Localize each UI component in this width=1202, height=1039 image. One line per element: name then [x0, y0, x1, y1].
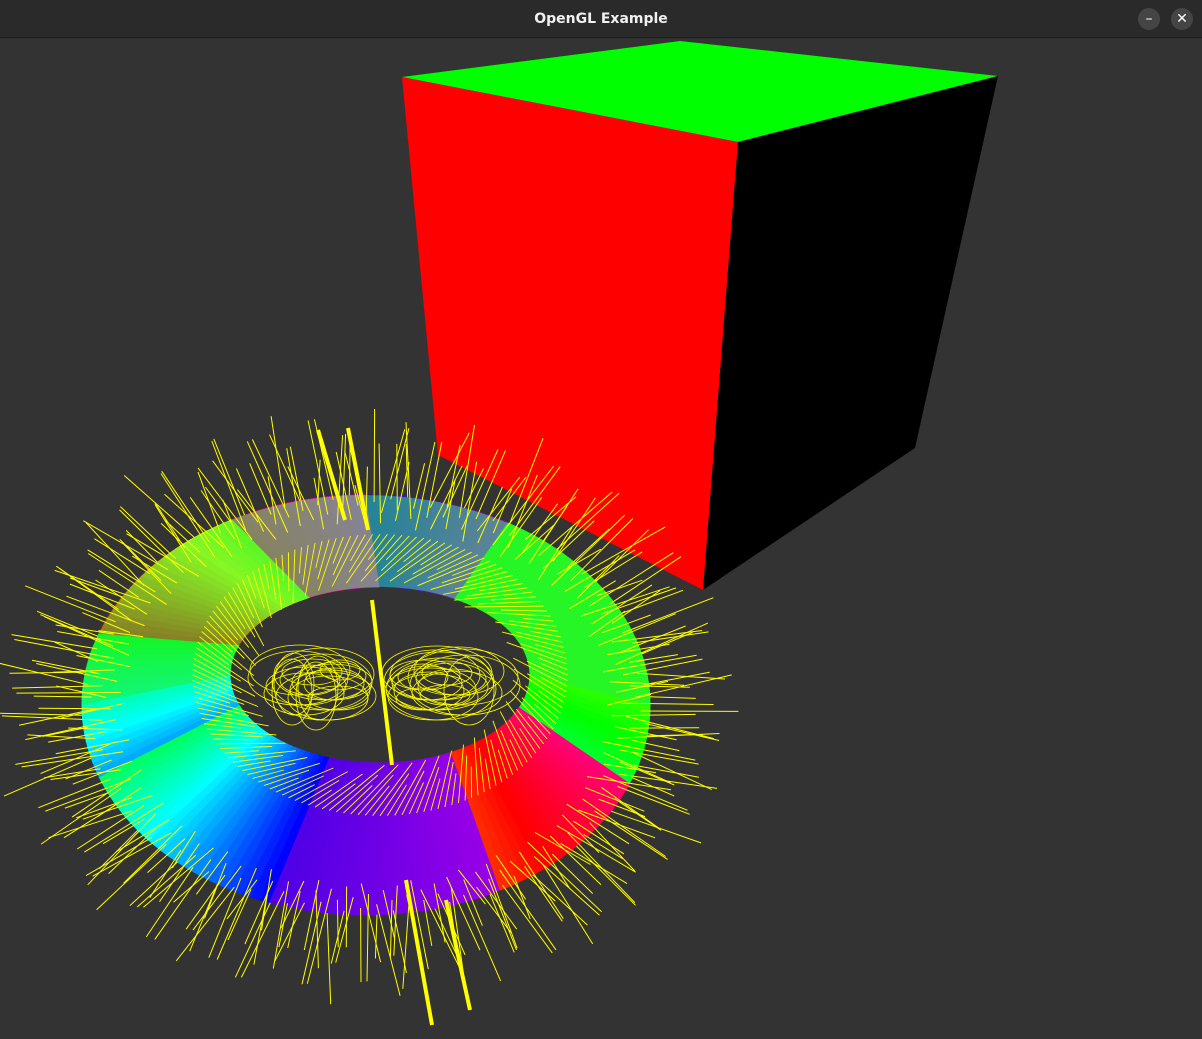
normal-line: [125, 530, 158, 563]
normal-line: [609, 556, 682, 605]
normal-line: [123, 475, 195, 538]
gl-viewport[interactable]: [0, 38, 1202, 1039]
normal-line: [392, 910, 407, 974]
normal-line: [476, 886, 512, 933]
normal-line: [633, 764, 699, 778]
normal-line: [402, 905, 410, 989]
normal-line: [149, 849, 182, 898]
normal-line: [326, 912, 332, 1005]
normal-line: [108, 825, 159, 874]
normal-line: [208, 877, 242, 958]
normal-line: [211, 440, 247, 531]
close-button[interactable]: ✕: [1171, 8, 1193, 30]
normal-line: [649, 696, 696, 699]
normal-line: [489, 893, 515, 953]
cube: [402, 41, 998, 590]
normal-line: [374, 914, 378, 959]
normal-line: [16, 692, 121, 694]
normal-line: [212, 460, 259, 523]
minimize-icon: –: [1145, 11, 1153, 27]
normal-line: [42, 726, 89, 737]
scene-canvas: [0, 41, 998, 1026]
normal-line: [287, 552, 290, 592]
normal-line: [185, 874, 226, 930]
normal-line: [56, 565, 119, 610]
normal-line: [94, 538, 151, 575]
normal-line: [641, 631, 693, 655]
title-bar[interactable]: OpenGL Example – ✕: [0, 0, 1202, 38]
window-title: OpenGL Example: [534, 11, 668, 27]
normal-line: [96, 843, 167, 911]
normal-line: [621, 589, 684, 614]
normal-line: [85, 837, 153, 877]
normal-line: [25, 585, 116, 623]
normal-line: [161, 470, 211, 543]
normal-line: [373, 408, 376, 503]
normal-line: [269, 434, 301, 502]
normal-line: [9, 671, 86, 674]
normal-line: [622, 597, 714, 634]
normal-line: [251, 439, 290, 518]
normal-line: [234, 902, 271, 978]
normal-line: [551, 853, 594, 894]
normal-line: [145, 866, 194, 938]
normal-line: [175, 886, 235, 962]
cube-side-face: [703, 76, 998, 590]
normal-line: [204, 486, 233, 525]
normal-line: [376, 904, 401, 996]
minimize-button[interactable]: –: [1138, 8, 1160, 30]
normal-line: [396, 443, 398, 511]
normal-streak: [444, 899, 472, 1011]
normal-line: [390, 428, 410, 500]
normal-line: [463, 894, 502, 982]
normal-line: [644, 722, 720, 741]
normal-line: [98, 569, 140, 598]
app-window: OpenGL Example – ✕: [0, 0, 1202, 1039]
close-icon: ✕: [1176, 11, 1188, 27]
normal-line: [87, 812, 157, 886]
normal-line: [40, 788, 122, 845]
normal-line: [216, 742, 286, 745]
normal-line: [227, 889, 252, 941]
normal-line: [619, 773, 718, 789]
